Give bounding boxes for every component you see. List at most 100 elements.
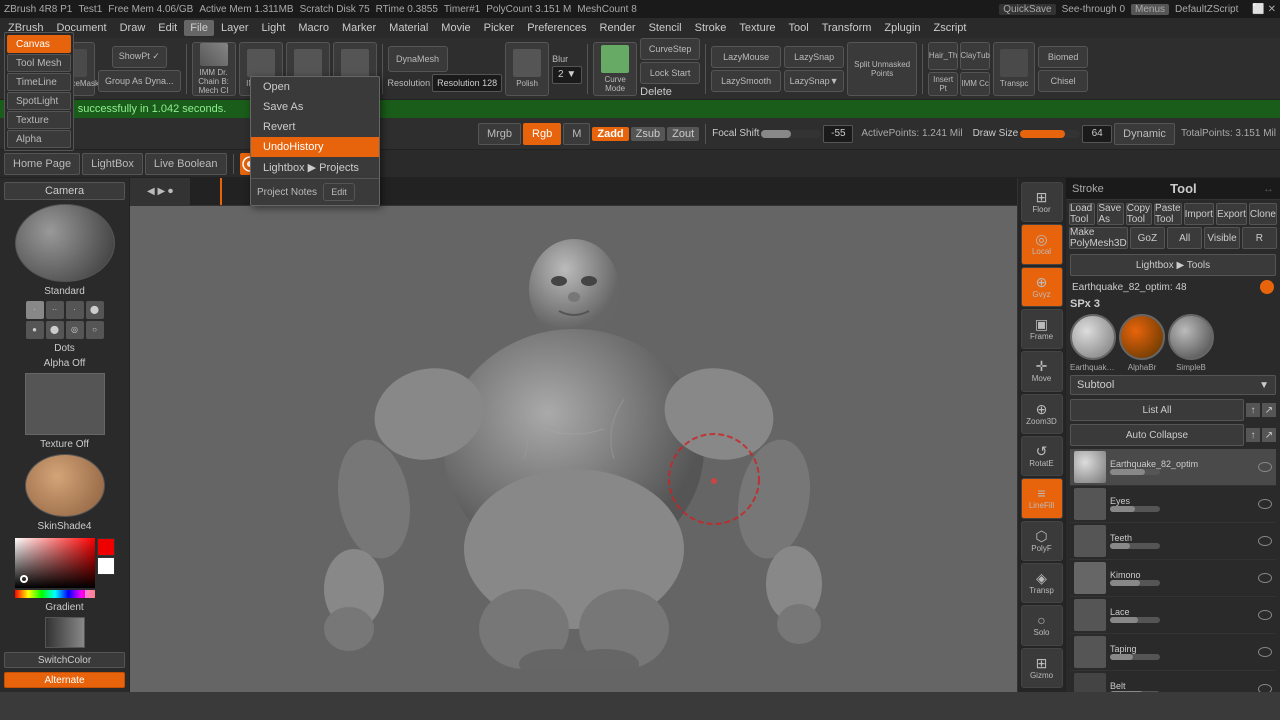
- color-saturation-box[interactable]: [15, 538, 95, 588]
- live-boolean-btn[interactable]: Live Boolean: [145, 153, 227, 175]
- menu-stroke[interactable]: Stroke: [689, 20, 733, 36]
- mat-2-thumb[interactable]: [1119, 314, 1165, 360]
- all-btn[interactable]: All: [1167, 227, 1202, 249]
- subtool-eyes-slider[interactable]: [1110, 506, 1160, 512]
- auto-collapse-icon2[interactable]: ↗: [1262, 428, 1276, 442]
- swatch-white[interactable]: [97, 557, 115, 575]
- home-page-btn[interactable]: Home Page: [4, 153, 80, 175]
- dynamesh-btn[interactable]: DynaMesh: [388, 46, 448, 72]
- split-unmasked-btn[interactable]: Split Unmasked Points: [847, 42, 917, 96]
- make-poly3d-btn[interactable]: Make PolyMesh3D: [1069, 227, 1128, 249]
- focal-slider[interactable]: [761, 130, 821, 138]
- curve-mode-btn[interactable]: Curve Mode: [593, 42, 637, 96]
- dot-item-1[interactable]: ·: [26, 301, 44, 319]
- dot-item-4[interactable]: ⬤: [86, 301, 104, 319]
- edit-btn[interactable]: Edit: [323, 183, 355, 201]
- imm-chain-btn[interactable]: IMM Dr. Chain B: Mech CI: [192, 42, 236, 96]
- see-through[interactable]: See-through 0: [1062, 4, 1125, 15]
- gizmo-btn[interactable]: ⊞ Gizmo: [1021, 648, 1063, 688]
- resolution-value[interactable]: Resolution 128: [432, 74, 502, 92]
- zoom3d-btn[interactable]: ⊕ Zoom3D: [1021, 394, 1063, 434]
- menu-material[interactable]: Material: [383, 20, 434, 36]
- copy-tool-btn[interactable]: Copy Tool: [1126, 203, 1152, 225]
- lazysnap-btn[interactable]: LazySnap: [784, 46, 844, 68]
- lazysnap2-btn[interactable]: LazySnap▼: [784, 70, 844, 92]
- zout-btn[interactable]: Zout: [667, 127, 699, 141]
- frame-btn[interactable]: ▣ Frame: [1021, 309, 1063, 349]
- import-btn[interactable]: Import: [1184, 203, 1214, 225]
- subtool-lace-eye[interactable]: [1258, 610, 1272, 620]
- dot-item-7[interactable]: ◎: [66, 321, 84, 339]
- curvestep-btn[interactable]: CurveStep: [640, 38, 700, 60]
- gvyz-btn[interactable]: ⊕ Gvyz: [1021, 267, 1063, 307]
- imm-cc-btn[interactable]: IMM Cc: [960, 72, 990, 96]
- lightbox-tools-btn[interactable]: Lightbox ▶ Tools: [1070, 254, 1276, 276]
- lazymouse-btn[interactable]: LazyMouse: [711, 46, 781, 68]
- subtool-belt-eye[interactable]: [1258, 684, 1272, 692]
- group-as-dyna-btn[interactable]: Group As Dyna...: [98, 70, 181, 92]
- menu-zplugin[interactable]: Zplugin: [878, 20, 926, 36]
- chisel-btn[interactable]: Chisel: [1038, 70, 1088, 92]
- draw-size-slider[interactable]: [1020, 130, 1080, 138]
- color-picker-area[interactable]: [15, 538, 115, 598]
- transpose-btn[interactable]: Transpc: [993, 42, 1035, 96]
- biomed-btn[interactable]: Biomed: [1038, 46, 1088, 68]
- save-as-btn[interactable]: Save As: [1097, 203, 1123, 225]
- window-controls[interactable]: ⬜ ✕: [1252, 4, 1276, 15]
- subtool-eyes-eye[interactable]: [1258, 499, 1272, 509]
- menu-save-as[interactable]: Save As: [251, 97, 379, 117]
- subtool-belt[interactable]: Belt: [1070, 671, 1276, 692]
- line-fill-btn[interactable]: ≡ LineFill: [1021, 478, 1063, 518]
- lazysmooth-btn[interactable]: LazySmooth: [711, 70, 781, 92]
- default-script[interactable]: DefaultZScript: [1175, 4, 1238, 15]
- subtool-teeth-eye[interactable]: [1258, 536, 1272, 546]
- subtool-header[interactable]: Subtool ▼: [1070, 375, 1276, 395]
- rotate-btn[interactable]: ↺ RotatE: [1021, 436, 1063, 476]
- alpha-preview[interactable]: [25, 373, 105, 436]
- menu-marker[interactable]: Marker: [336, 20, 382, 36]
- spotlight-sub-tab[interactable]: SpotLight: [7, 92, 71, 110]
- list-all-icon[interactable]: ↑: [1246, 403, 1260, 417]
- hue-slider[interactable]: [15, 590, 95, 598]
- export-btn[interactable]: Export: [1216, 203, 1247, 225]
- floor-btn[interactable]: ⊞ Floor: [1021, 182, 1063, 222]
- subtool-earthquake-slider[interactable]: [1110, 469, 1160, 475]
- local-btn[interactable]: ◎ Local: [1021, 224, 1063, 264]
- dot-item-6[interactable]: ⬤: [46, 321, 64, 339]
- tool-mesh-sub-tab[interactable]: Tool Mesh: [7, 54, 71, 72]
- subtool-taping[interactable]: Taping: [1070, 634, 1276, 671]
- gradient-preview[interactable]: [45, 617, 85, 648]
- mrgb-btn[interactable]: Mrgb: [478, 123, 521, 145]
- list-all-btn[interactable]: List All: [1070, 399, 1244, 421]
- dynamic-btn[interactable]: Dynamic: [1114, 123, 1175, 145]
- menu-transform[interactable]: Transform: [816, 20, 878, 36]
- subtool-teeth-slider[interactable]: [1110, 543, 1160, 549]
- alternate-btn[interactable]: Alternate: [4, 672, 125, 688]
- load-tool-btn[interactable]: Load Tool: [1069, 203, 1095, 225]
- menus-label[interactable]: Menus: [1131, 4, 1169, 15]
- menu-draw[interactable]: Draw: [114, 20, 152, 36]
- switch-color-btn[interactable]: SwitchColor: [4, 652, 125, 668]
- subtool-earthquake[interactable]: Earthquake_82_optim: [1070, 449, 1276, 486]
- subtool-kimono-eye[interactable]: [1258, 573, 1272, 583]
- list-all-icon2[interactable]: ↗: [1262, 403, 1276, 417]
- camera-btn[interactable]: Camera: [4, 182, 125, 200]
- solo-btn[interactable]: ○ Solo: [1021, 605, 1063, 645]
- menu-stencil[interactable]: Stencil: [643, 20, 688, 36]
- m-btn[interactable]: M: [563, 123, 590, 145]
- lightbox-btn[interactable]: LightBox: [82, 153, 143, 175]
- menu-open[interactable]: Open: [251, 77, 379, 97]
- polyf-btn[interactable]: ⬡ PolyF: [1021, 521, 1063, 561]
- zsub-btn[interactable]: Zsub: [631, 127, 665, 141]
- menu-tool[interactable]: Tool: [783, 20, 815, 36]
- showpt-btn[interactable]: ShowPt ✓: [112, 46, 167, 68]
- alpha-sub-tab[interactable]: Alpha: [7, 130, 71, 148]
- menu-undo-history[interactable]: UndoHistory: [251, 137, 379, 157]
- hair-btn[interactable]: Hair_Th: [928, 42, 958, 70]
- polish-btn[interactable]: Polish: [505, 42, 549, 96]
- zadd-btn[interactable]: Zadd: [592, 127, 628, 141]
- menu-layer[interactable]: Layer: [215, 20, 255, 36]
- quick-save[interactable]: QuickSave: [999, 4, 1055, 15]
- menu-movie[interactable]: Movie: [435, 20, 476, 36]
- menu-picker[interactable]: Picker: [478, 20, 521, 36]
